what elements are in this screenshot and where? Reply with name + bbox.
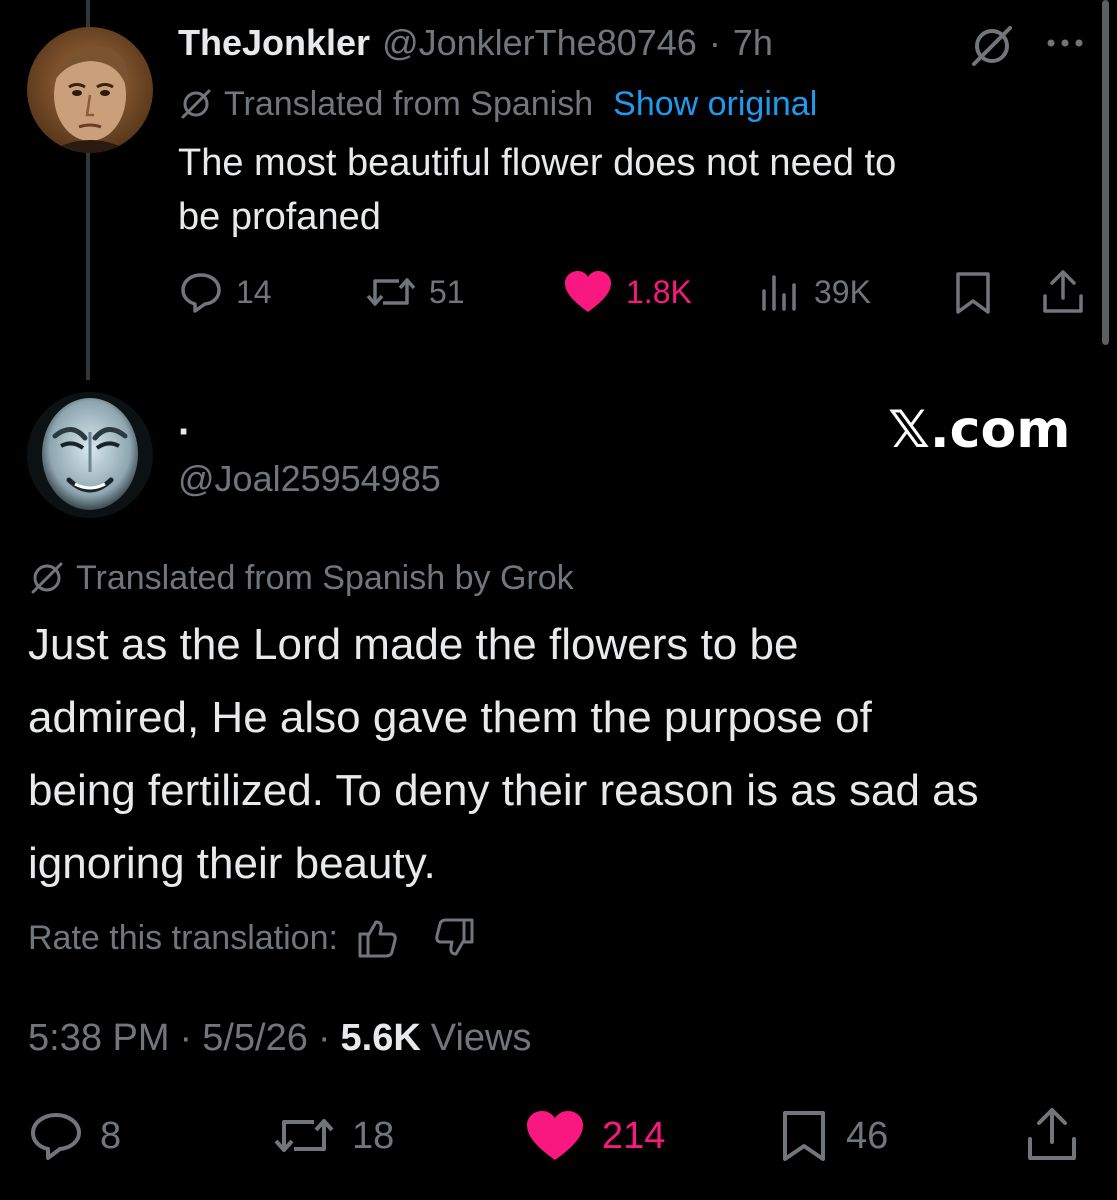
show-original-link[interactable]: Show original: [613, 85, 817, 124]
reply-text-line-1: Just as the Lord made the flowers to be: [28, 620, 799, 669]
heart-filled-icon: [562, 269, 614, 315]
translate-icon: [178, 86, 214, 122]
bookmark-icon: [778, 1109, 830, 1163]
reply-bookmark-count: 46: [846, 1114, 889, 1157]
heart-filled-icon: [524, 1109, 586, 1163]
parent-reply-button[interactable]: 14: [178, 268, 272, 316]
reply-translated-label: Translated from Spanish by Grok: [76, 558, 574, 597]
reply-repost-count: 18: [352, 1114, 395, 1157]
parent-display-name[interactable]: TheJonkler: [178, 22, 370, 64]
reply-bookmark-button[interactable]: 46: [778, 1108, 888, 1164]
parent-reply-count: 14: [236, 273, 272, 310]
scrollbar[interactable]: [1102, 0, 1109, 345]
parent-share-button[interactable]: [1040, 268, 1086, 316]
parent-header: TheJonkler @JonklerThe80746 · 7h: [178, 20, 773, 66]
parent-post-text: The most beautiful flower does not need …: [178, 136, 896, 244]
reply-reply-count: 8: [100, 1114, 122, 1157]
reply-handle[interactable]: @Joal25954985: [178, 458, 441, 500]
reply-text-line-2: admired, He also gave them the purpose o…: [28, 693, 872, 742]
parent-views-button[interactable]: 39K: [758, 268, 871, 316]
parent-time-separator: ·: [708, 22, 721, 63]
repost-icon: [365, 269, 417, 315]
more-options-icon[interactable]: [1044, 36, 1086, 50]
reply-repost-button[interactable]: 18: [272, 1108, 394, 1164]
timestamp-separator: ·: [179, 1016, 193, 1059]
timestamp-separator: ·: [317, 1016, 331, 1059]
parent-views-count: 39K: [814, 273, 871, 310]
reply-icon: [28, 1109, 84, 1163]
rate-translation-row: Rate this translation:: [28, 914, 476, 962]
thumbs-down-icon[interactable]: [432, 916, 476, 960]
reply-display-name[interactable]: ·: [178, 410, 191, 455]
reply-like-button[interactable]: 214: [524, 1108, 665, 1164]
parent-translation-row: Translated from Spanish Show original: [178, 82, 817, 126]
thumbs-up-icon[interactable]: [356, 916, 400, 960]
parent-text-line-2: be profaned: [178, 196, 381, 238]
reply-like-count: 214: [602, 1114, 666, 1157]
parent-bookmark-button[interactable]: [952, 270, 994, 316]
parent-avatar[interactable]: [27, 27, 153, 153]
reply-icon: [178, 269, 224, 315]
reply-avatar[interactable]: [27, 392, 153, 518]
reply-post-text: Just as the Lord made the flowers to be …: [28, 608, 979, 900]
views-chart-icon: [758, 269, 802, 315]
reply-text-line-3: being fertilized. To deny their reason i…: [28, 766, 979, 815]
reply-share-button[interactable]: [1024, 1106, 1080, 1164]
repost-icon: [272, 1109, 336, 1163]
rate-translation-label: Rate this translation:: [28, 918, 338, 957]
parent-repost-count: 51: [429, 273, 465, 310]
x-com-watermark: 𝕏.com: [888, 400, 1071, 460]
views-label: Views: [430, 1016, 532, 1059]
reply-text-line-4: ignoring their beauty.: [28, 839, 436, 888]
translate-icon: [28, 559, 66, 597]
parent-repost-button[interactable]: 51: [365, 268, 465, 316]
parent-like-button[interactable]: 1.8K: [562, 268, 692, 316]
parent-translated-label: Translated from Spanish: [224, 84, 594, 123]
reply-reply-button[interactable]: 8: [28, 1108, 121, 1164]
grok-icon[interactable]: [968, 22, 1016, 70]
parent-handle[interactable]: @JonklerThe80746: [382, 22, 697, 64]
parent-time-ago[interactable]: 7h: [733, 22, 773, 64]
parent-text-line-1: The most beautiful flower does not need …: [178, 142, 897, 184]
views-count[interactable]: 5.6K: [341, 1017, 421, 1060]
reply-translation-row: Translated from Spanish by Grok: [28, 556, 574, 600]
reply-timestamp-row: 5:38 PM · 5/5/26 · 5.6K Views: [28, 1014, 531, 1062]
post-time[interactable]: 5:38 PM: [28, 1017, 170, 1060]
parent-like-count: 1.8K: [626, 273, 692, 310]
post-date[interactable]: 5/5/26: [202, 1017, 308, 1060]
